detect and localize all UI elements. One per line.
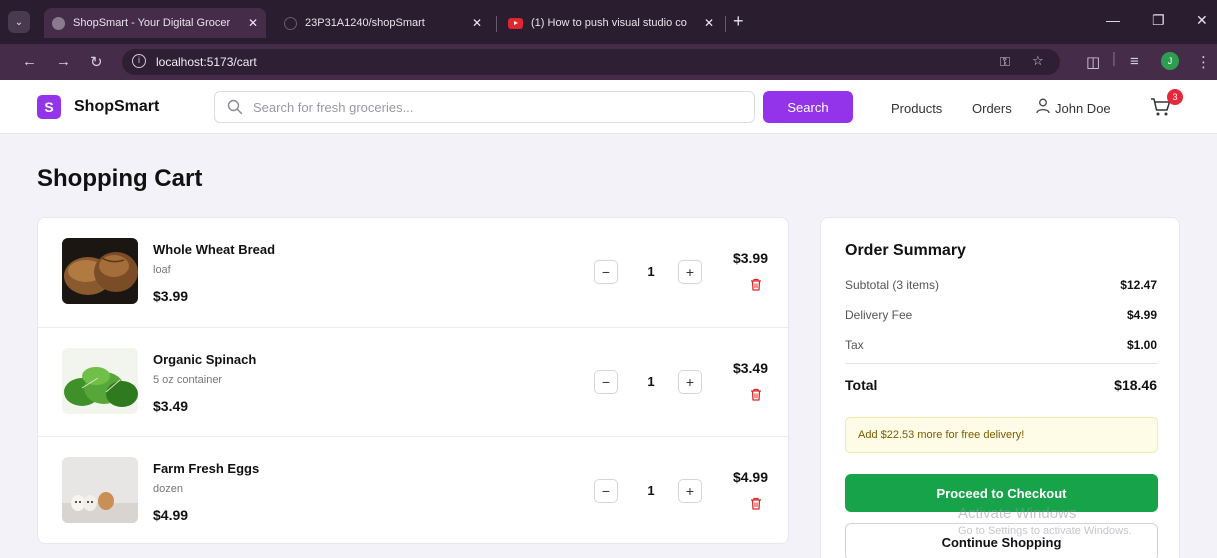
password-key-icon[interactable]: ⚿ — [1000, 54, 1010, 70]
total-label: Total — [845, 377, 878, 393]
tab-title: (1) How to push visual studio co — [531, 17, 687, 29]
item-unit: 5 oz container — [153, 374, 223, 386]
address-bar[interactable]: i localhost:5173/cart ⚿ ☆ — [122, 49, 1060, 75]
tab-github[interactable]: 23P31A1240/shopSmart ✕ — [276, 8, 490, 38]
logo-mark[interactable]: S — [37, 95, 61, 119]
subtotal-value: $12.47 — [1120, 278, 1157, 292]
tax-value: $1.00 — [1126, 338, 1157, 352]
item-price: $3.49 — [153, 398, 189, 414]
new-tab-button[interactable]: + — [733, 12, 744, 30]
reading-list-icon[interactable]: ≡ — [1130, 53, 1139, 70]
total-value: $18.46 — [1114, 377, 1157, 393]
item-price: $4.99 — [153, 507, 189, 523]
delivery-fee-label: Delivery Fee — [845, 308, 913, 322]
back-icon[interactable]: ← — [22, 53, 37, 70]
close-icon[interactable]: ✕ — [704, 16, 714, 30]
window-close-icon[interactable]: ✕ — [1196, 12, 1208, 29]
profile-avatar[interactable]: J — [1161, 52, 1179, 70]
order-summary-title: Order Summary — [845, 242, 966, 259]
page-title: Shopping Cart — [37, 165, 203, 192]
item-name: Whole Wheat Bread — [153, 242, 276, 257]
tab-shopsmart[interactable]: ShopSmart - Your Digital Grocer ✕ — [44, 8, 266, 38]
user-icon — [1036, 98, 1050, 114]
cart-item-spinach: Organic Spinach 5 oz container $3.49 − 1… — [38, 327, 788, 436]
reload-icon[interactable]: ↻ — [90, 53, 103, 71]
cart-count-badge: 3 — [1167, 89, 1183, 105]
site-info-icon[interactable]: i — [132, 54, 146, 68]
search-box — [214, 91, 755, 123]
item-line-total: $3.99 — [732, 250, 768, 266]
item-name: Farm Fresh Eggs — [153, 461, 260, 476]
proceed-to-checkout-button[interactable]: Proceed to Checkout — [845, 474, 1158, 512]
bread-image — [62, 238, 138, 304]
trash-icon[interactable] — [750, 388, 762, 401]
cart-item-eggs: Farm Fresh Eggs dozen $4.99 − 1 + $4.99 — [38, 436, 788, 543]
nav-user-name[interactable]: John Doe — [1055, 101, 1111, 116]
globe-icon — [52, 16, 65, 30]
restore-icon[interactable]: ❐ — [1152, 12, 1165, 29]
item-name: Organic Spinach — [153, 352, 257, 367]
tab-divider — [496, 16, 497, 32]
forward-icon[interactable]: → — [56, 53, 71, 70]
browser-menu-icon[interactable]: ⋮ — [1196, 53, 1211, 71]
increase-quantity-button[interactable]: + — [678, 370, 702, 394]
close-icon[interactable]: ✕ — [472, 16, 482, 30]
cart-items-card: Whole Wheat Bread loaf $3.99 − 1 + $3.99… — [37, 217, 789, 544]
tab-divider — [725, 16, 726, 32]
cart-item-bread: Whole Wheat Bread loaf $3.99 − 1 + $3.99 — [38, 218, 788, 327]
bookmark-star-icon[interactable]: ☆ — [1032, 53, 1044, 69]
tab-youtube[interactable]: (1) How to push visual studio co ✕ — [500, 8, 722, 38]
free-delivery-notice: Add $22.53 more for free delivery! — [845, 417, 1158, 453]
order-summary-card: Order Summary Subtotal (3 items) $12.47 … — [820, 217, 1180, 558]
item-line-total: $3.49 — [732, 360, 768, 376]
app-header: S ShopSmart Search Products Orders John … — [0, 80, 1217, 134]
browser-tab-strip: ⌄ ShopSmart - Your Digital Grocer ✕ 23P3… — [0, 0, 1217, 44]
decrease-quantity-button[interactable]: − — [594, 479, 618, 503]
eggs-image — [62, 457, 138, 523]
spinach-image — [62, 348, 138, 414]
tab-title: 23P31A1240/shopSmart — [305, 17, 425, 29]
tab-title: ShopSmart - Your Digital Grocer — [73, 17, 231, 29]
minimize-icon[interactable]: — — [1106, 12, 1120, 28]
github-icon — [284, 16, 297, 30]
extensions-icon[interactable]: ◫ — [1086, 53, 1100, 71]
item-unit: loaf — [153, 264, 171, 276]
close-icon[interactable]: ✕ — [248, 16, 258, 30]
nav-orders[interactable]: Orders — [972, 101, 1012, 116]
youtube-icon — [508, 17, 523, 29]
item-quantity: 1 — [647, 483, 655, 498]
item-unit: dozen — [153, 483, 183, 495]
decrease-quantity-button[interactable]: − — [594, 260, 618, 284]
increase-quantity-button[interactable]: + — [678, 479, 702, 503]
summary-divider — [845, 363, 1158, 364]
address-url: localhost:5173/cart — [156, 55, 257, 69]
search-icon — [227, 99, 243, 115]
item-quantity: 1 — [647, 374, 655, 389]
search-button[interactable]: Search — [763, 91, 853, 123]
tax-label: Tax — [845, 338, 864, 352]
trash-icon[interactable] — [750, 278, 762, 291]
trash-icon[interactable] — [750, 497, 762, 510]
item-line-total: $4.99 — [732, 469, 768, 485]
item-quantity: 1 — [647, 264, 655, 279]
brand-name[interactable]: ShopSmart — [74, 98, 159, 116]
subtotal-label: Subtotal (3 items) — [845, 278, 940, 292]
browser-toolbar: ← → ↻ i localhost:5173/cart ⚿ ☆ ◫ | ≡ ⋮ — [0, 44, 1217, 80]
item-price: $3.99 — [153, 288, 189, 304]
increase-quantity-button[interactable]: + — [678, 260, 702, 284]
continue-shopping-button[interactable]: Continue Shopping — [845, 523, 1158, 558]
toolbar-divider: | — [1112, 50, 1116, 67]
nav-products[interactable]: Products — [891, 101, 942, 116]
decrease-quantity-button[interactable]: − — [594, 370, 618, 394]
tab-search-chevron-icon[interactable]: ⌄ — [8, 11, 30, 33]
search-input[interactable] — [253, 92, 748, 122]
delivery-fee-value: $4.99 — [1126, 308, 1157, 322]
